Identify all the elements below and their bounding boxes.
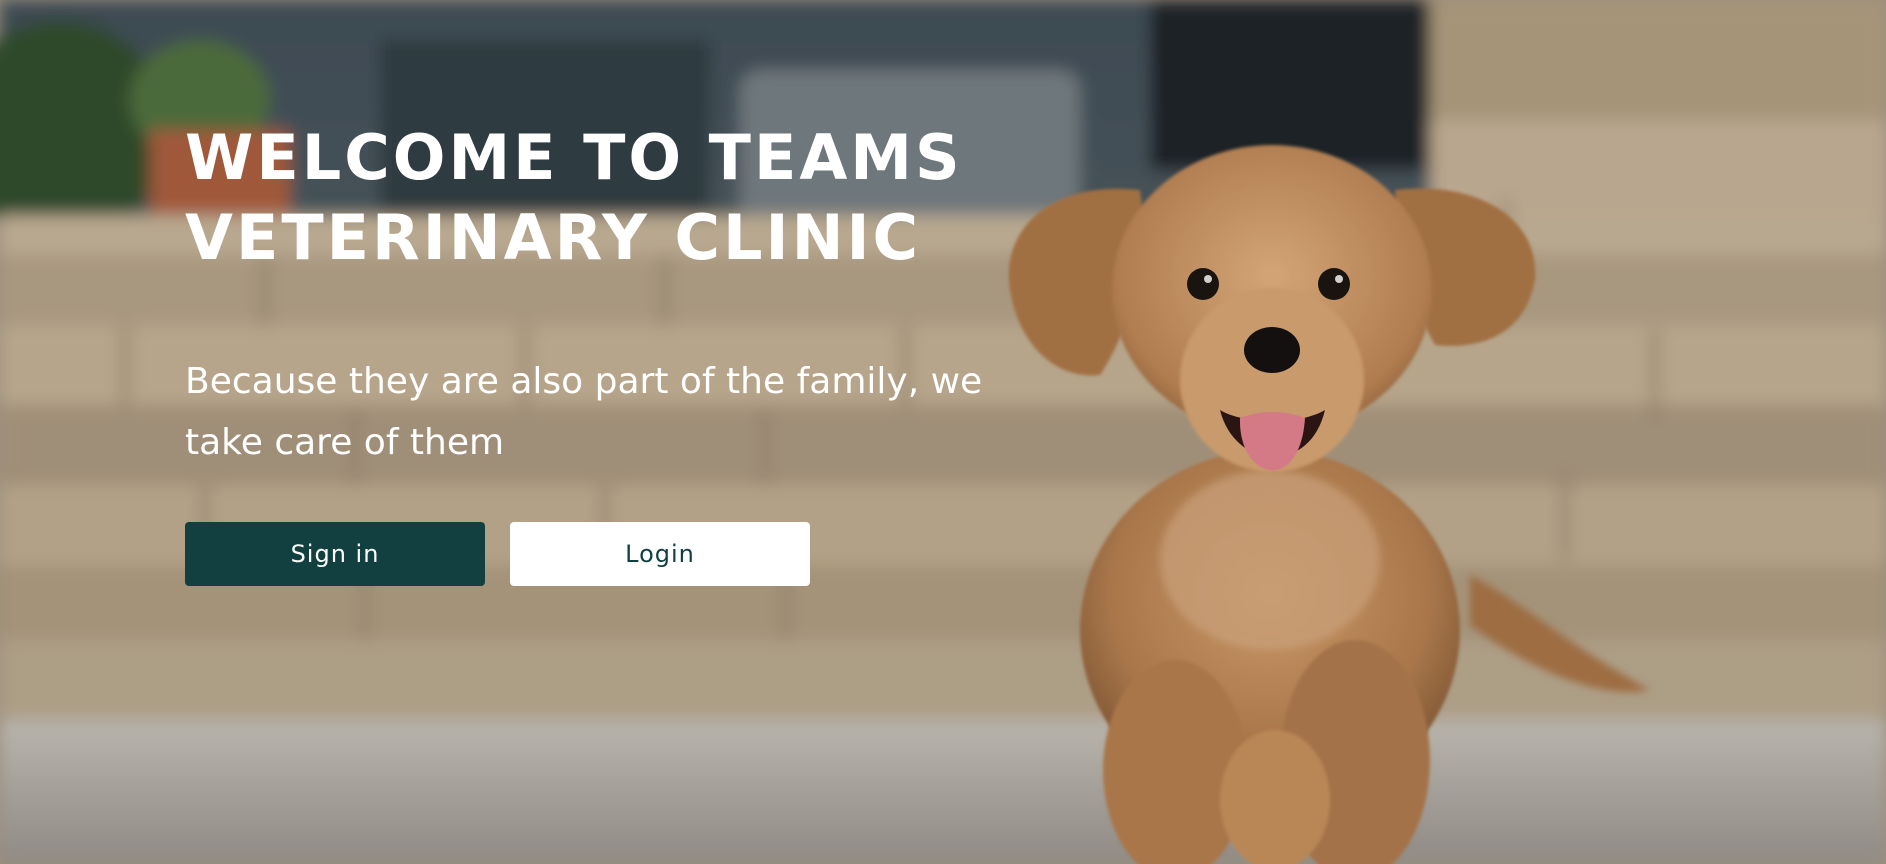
hero-subtitle: Because they are also part of the family… (185, 361, 983, 463)
sign-in-button[interactable]: Sign in (185, 522, 485, 586)
hero-content: WELCOME TO TEAMS VETERINARY CLINIC Becau… (185, 118, 1085, 473)
hero-section: WELCOME TO TEAMS VETERINARY CLINIC Becau… (0, 0, 1886, 864)
page-title: WELCOME TO TEAMS VETERINARY CLINIC (185, 118, 1085, 278)
hero-buttons: Sign in Login (185, 522, 810, 586)
title-line-2: VETERINARY CLINIC (185, 201, 922, 274)
login-button[interactable]: Login (510, 522, 810, 586)
title-line-1: WELCOME TO TEAMS (185, 121, 963, 194)
